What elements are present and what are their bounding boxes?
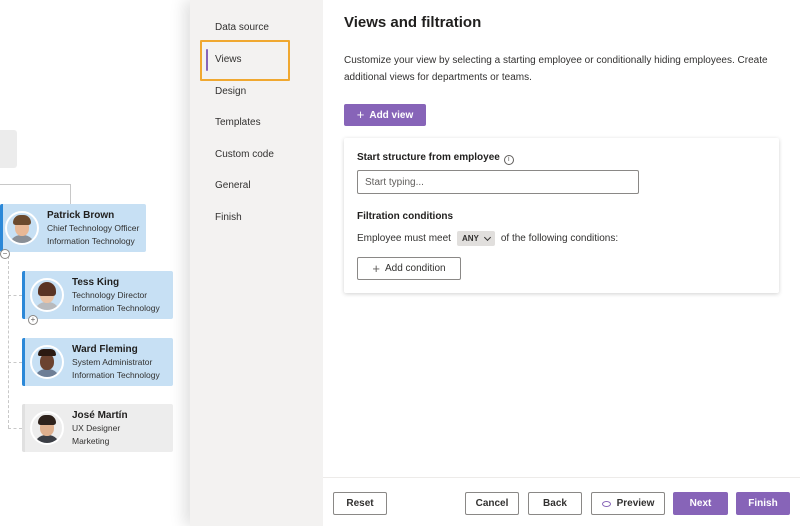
employee-department: Information Technology — [72, 302, 160, 313]
expand-icon[interactable]: + — [28, 315, 38, 325]
start-structure-label: Start structure from employee i — [357, 152, 514, 165]
connector-line — [8, 256, 9, 428]
settings-nav: Data source Views Design Templates Custo… — [190, 0, 323, 526]
employee-title: UX Designer — [72, 422, 121, 433]
employee-name: Ward Fleming — [72, 343, 138, 355]
connector-line — [70, 184, 71, 204]
info-icon[interactable]: i — [503, 155, 514, 165]
add-view-button[interactable]: + Add view — [344, 104, 426, 126]
filtration-title: Filtration conditions — [357, 211, 454, 222]
add-view-label: Add view — [369, 109, 414, 121]
employee-name: Tess King — [72, 276, 120, 288]
org-chart-canvas[interactable]: Patrick Brown Chief Technology Officer I… — [0, 0, 190, 526]
nav-item-data-source[interactable]: Data source — [215, 20, 269, 36]
condition-suffix: of the following conditions: — [500, 233, 619, 244]
nav-item-finish[interactable]: Finish — [215, 210, 242, 226]
connector-line — [8, 362, 22, 363]
chevron-down-icon — [483, 233, 491, 241]
employee-department: Marketing — [72, 435, 110, 446]
nav-active-indicator — [206, 49, 208, 71]
add-condition-button[interactable]: + Add condition — [357, 257, 461, 280]
employee-department: Information Technology — [47, 235, 135, 246]
cancel-button[interactable]: Cancel — [465, 492, 519, 515]
employee-name: José Martín — [72, 409, 128, 421]
plus-icon: + — [356, 107, 365, 122]
condition-sentence: Employee must meet ANY of the following … — [357, 231, 618, 246]
condition-mode-value: ANY — [461, 234, 479, 243]
condition-mode-select[interactable]: ANY — [456, 231, 495, 246]
preview-button[interactable]: Preview — [591, 492, 665, 515]
back-button[interactable]: Back — [528, 492, 582, 515]
plus-icon: + — [372, 260, 380, 276]
preview-label: Preview — [616, 498, 655, 509]
connector-line — [8, 428, 22, 429]
reset-button[interactable]: Reset — [333, 492, 387, 515]
avatar — [30, 345, 64, 379]
connector-line — [8, 295, 22, 296]
org-card-jose-martin[interactable]: José Martín UX Designer Marketing — [22, 404, 173, 452]
employee-department: Information Technology — [72, 369, 160, 380]
avatar — [5, 211, 39, 245]
start-employee-input[interactable] — [357, 170, 639, 194]
nav-item-design[interactable]: Design — [215, 84, 246, 100]
org-card-tess-king[interactable]: Tess King Technology Director Informatio… — [22, 271, 173, 319]
org-card-patrick-brown[interactable]: Patrick Brown Chief Technology Officer I… — [0, 204, 146, 252]
nav-item-general[interactable]: General — [215, 178, 251, 194]
finish-button[interactable]: Finish — [736, 492, 790, 515]
view-filter-card: Start structure from employeei Filtratio… — [344, 138, 779, 293]
page-description: Customize your view by selecting a start… — [344, 55, 768, 83]
eye-icon — [601, 500, 611, 507]
page-title: Views and filtration — [344, 14, 482, 31]
avatar — [30, 278, 64, 312]
connector-line — [0, 184, 70, 185]
nav-item-custom-code[interactable]: Custom code — [215, 147, 274, 163]
employee-title: Chief Technology Officer — [47, 222, 140, 233]
nav-item-views[interactable]: Views — [215, 52, 242, 68]
add-condition-label: Add condition — [384, 263, 446, 274]
offscreen-node — [0, 130, 17, 168]
nav-highlight-box — [200, 40, 290, 81]
settings-panel: Data source Views Design Templates Custo… — [190, 0, 800, 526]
next-button[interactable]: Next — [673, 492, 728, 515]
org-card-ward-fleming[interactable]: Ward Fleming System Administrator Inform… — [22, 338, 173, 386]
condition-prefix: Employee must meet — [357, 233, 451, 244]
collapse-icon[interactable]: − — [0, 249, 10, 259]
nav-item-templates[interactable]: Templates — [215, 115, 261, 131]
employee-title: System Administrator — [72, 356, 153, 367]
footer-divider — [323, 477, 800, 478]
employee-name: Patrick Brown — [47, 209, 115, 221]
views-content: Views and filtration Customize your view… — [323, 0, 800, 526]
employee-title: Technology Director — [72, 289, 148, 300]
avatar — [30, 411, 64, 445]
